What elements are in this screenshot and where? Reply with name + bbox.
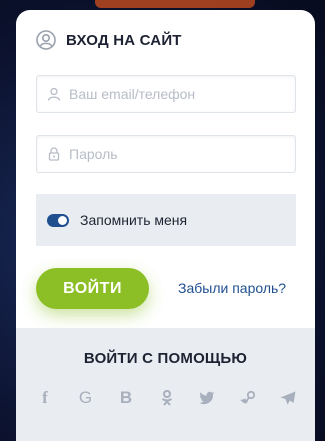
remember-me-label[interactable]: Запомнить меня: [80, 212, 187, 228]
google-icon[interactable]: G: [76, 388, 96, 408]
forgot-password-link[interactable]: Забыли пароль?: [178, 280, 286, 296]
modal-title: ВХОД НА САЙТ: [66, 31, 182, 49]
social-login-section: ВОЙТИ С ПОМОЩЬЮ f G B: [16, 328, 315, 441]
facebook-icon[interactable]: f: [35, 388, 55, 408]
user-icon: [36, 30, 56, 50]
login-button[interactable]: ВОЙТИ: [36, 268, 149, 309]
password-field[interactable]: [36, 135, 296, 173]
telegram-icon[interactable]: [278, 388, 298, 408]
password-input[interactable]: [67, 145, 291, 163]
remember-me-row: Запомнить меня: [36, 194, 296, 246]
odnoklassniki-icon[interactable]: [157, 388, 177, 408]
steam-icon[interactable]: [238, 388, 258, 408]
login-modal: ВХОД НА САЙТ Запомнить меня ВОЙТИ Забыли…: [16, 10, 315, 441]
background-banner-strip: [95, 0, 255, 8]
social-icons-row: f G B: [35, 388, 298, 408]
social-login-title: ВОЙТИ С ПОМОЩЬЮ: [83, 350, 248, 367]
lock-icon: [48, 147, 60, 161]
email-input[interactable]: [67, 85, 291, 103]
vk-icon[interactable]: B: [116, 388, 136, 408]
email-field[interactable]: [36, 75, 296, 113]
modal-header: ВХОД НА САЙТ: [36, 30, 182, 50]
toggle-knob: [58, 215, 67, 225]
person-icon: [47, 87, 61, 101]
remember-me-toggle[interactable]: [47, 213, 69, 227]
twitter-icon[interactable]: [197, 388, 217, 408]
